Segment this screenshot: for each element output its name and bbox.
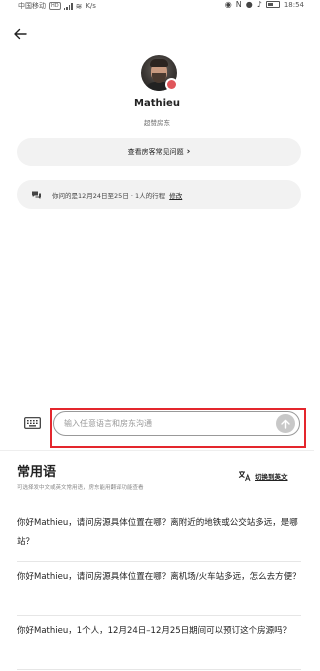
phrases-subtitle: 可选择发中文或英文常用语，房东能用翻译功能查看 [17, 485, 144, 491]
message-input[interactable]: 输入任意语言和房东沟通 [53, 411, 300, 436]
faq-label: 查看房客常见问题 [127, 148, 184, 156]
chat-bubbles-icon [32, 191, 41, 199]
battery-icon [265, 1, 280, 8]
phrases-title: 常用语 [17, 465, 57, 480]
mute-icon: ♪ [256, 0, 262, 9]
keyboard-icon [23, 417, 41, 429]
superhost-badge-icon [165, 78, 178, 91]
switch-language-label: 切换到英文 [255, 473, 288, 481]
carrier-label: 中国移动 [18, 2, 46, 10]
phrase-item[interactable]: 你好Mathieu，1个人，12月24日–12月25日期间可以预订这个房源吗？ [17, 622, 301, 641]
divider [17, 561, 301, 562]
clock: 18:54 [283, 0, 304, 9]
phrase-item[interactable]: 你好Mathieu，请问房源具体位置在哪？离附近的地铁或公交站多远，是哪站？ [17, 514, 301, 552]
location-icon: ● [245, 0, 253, 9]
network-speed: K/s [85, 2, 96, 10]
message-input-placeholder: 输入任意语言和房东沟通 [64, 419, 152, 428]
keyboard-toggle-button[interactable] [22, 415, 42, 431]
nfc-icon: N [235, 0, 242, 9]
back-button[interactable] [10, 24, 30, 44]
composer: 输入任意语言和房东沟通 [0, 408, 314, 450]
host-name: Mathieu [134, 98, 180, 109]
divider [17, 669, 301, 670]
arrow-up-icon [281, 419, 290, 429]
common-phrases-panel: 常用语 可选择发中文或英文常用语，房东能用翻译功能查看 切换到英文 你好Math… [0, 450, 314, 671]
eye-icon: ◉ [224, 0, 232, 9]
hd-badge: HD [49, 2, 61, 10]
send-button[interactable] [276, 414, 295, 433]
switch-to-english-button[interactable]: 切换到英文 [238, 470, 288, 482]
guest-faq-button[interactable]: 查看房客常见问题 › [17, 138, 301, 166]
signal-icon [63, 2, 73, 10]
chevron-right-icon: › [186, 147, 191, 157]
arrow-left-icon [14, 28, 27, 40]
host-avatar[interactable] [141, 55, 178, 91]
wifi-icon: ≋ [75, 1, 83, 11]
trip-edit-link[interactable]: 修改 [169, 192, 182, 200]
translate-icon [238, 471, 251, 482]
status-bar: 中国移动 HD ≋ K/s ◉ N ● ♪ 18:54 [0, 0, 314, 14]
divider [17, 615, 301, 616]
trip-info-pill: 你问的是12月24日至25日 · 1人的行程 修改 [17, 180, 301, 209]
trip-text: 你问的是12月24日至25日 · 1人的行程 [52, 191, 166, 200]
phrase-item[interactable]: 你好Mathieu，请问房源具体位置在哪？离机场/火车站多远，怎么去方便？ [17, 568, 301, 587]
host-role: 超赞房东 [144, 119, 170, 127]
